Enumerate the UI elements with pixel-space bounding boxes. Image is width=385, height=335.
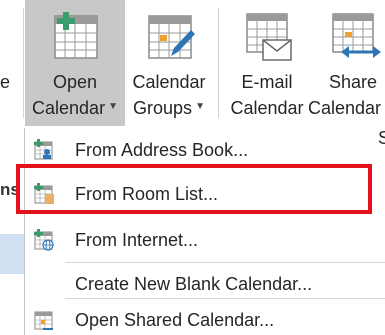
email-calendar-button[interactable]: E-mail Calendar: [226, 0, 308, 126]
open-calendar-label-2-text: Calendar: [32, 98, 106, 118]
calendar-groups-label-1: Calendar: [132, 72, 206, 92]
chevron-down-icon: ▼: [108, 101, 118, 113]
menu-item-label: Open Shared Calendar...: [75, 309, 275, 330]
ribbon-button-cut[interactable]: e: [0, 0, 10, 126]
menu-item-label: Create New Blank Calendar...: [75, 273, 313, 294]
share-calendar-icon: [332, 13, 381, 58]
ribbon-separator: [23, 8, 24, 118]
menu-item-label: From Internet...: [75, 229, 199, 250]
email-calendar-label-1: E-mail: [241, 72, 293, 92]
chevron-down-icon: ▼: [195, 101, 205, 113]
share-calendar-label-1: Share: [328, 72, 378, 92]
address-book-icon: [34, 139, 53, 160]
open-calendar-label-1: Open: [52, 72, 98, 92]
calendar-groups-button[interactable]: Calendar Groups ▼: [127, 0, 211, 126]
ribbon-separator: [218, 8, 219, 118]
ribbon-group-cut-label: S: [378, 128, 385, 148]
menu-item-label: From Address Book...: [75, 139, 249, 160]
menu-item-open-shared-calendar[interactable]: Open Shared Calendar...: [25, 298, 385, 335]
calendar-groups-label-2-text: Groups: [133, 98, 193, 118]
open-calendar-dropdown-menu: From Address Book... From Room List... F…: [24, 128, 385, 335]
ribbon-button-cut-label: e: [0, 72, 10, 92]
red-highlight-box: [16, 164, 372, 214]
email-calendar-icon: [246, 13, 292, 61]
share-calendar-label-2: Calendar: [308, 98, 382, 118]
navigation-pane-edge: [0, 128, 24, 335]
selected-nav-row: [0, 234, 24, 274]
open-calendar-icon: [54, 12, 98, 59]
calendar-groups-label-2: Groups ▼: [127, 96, 211, 121]
open-calendar-button[interactable]: Open Calendar ▼: [25, 0, 125, 126]
menu-item-from-internet[interactable]: From Internet...: [25, 218, 385, 262]
email-calendar-label-2: Calendar: [230, 98, 304, 118]
ribbon: e Open Calendar ▼ Calendar Groups ▼ E-ma…: [0, 0, 385, 128]
shared-calendar-icon: [34, 311, 53, 330]
share-calendar-button[interactable]: Share Calendar: [306, 0, 385, 126]
open-calendar-label-2: Calendar ▼: [25, 96, 125, 121]
internet-calendar-icon: [34, 229, 54, 251]
calendar-groups-icon: [148, 15, 195, 59]
